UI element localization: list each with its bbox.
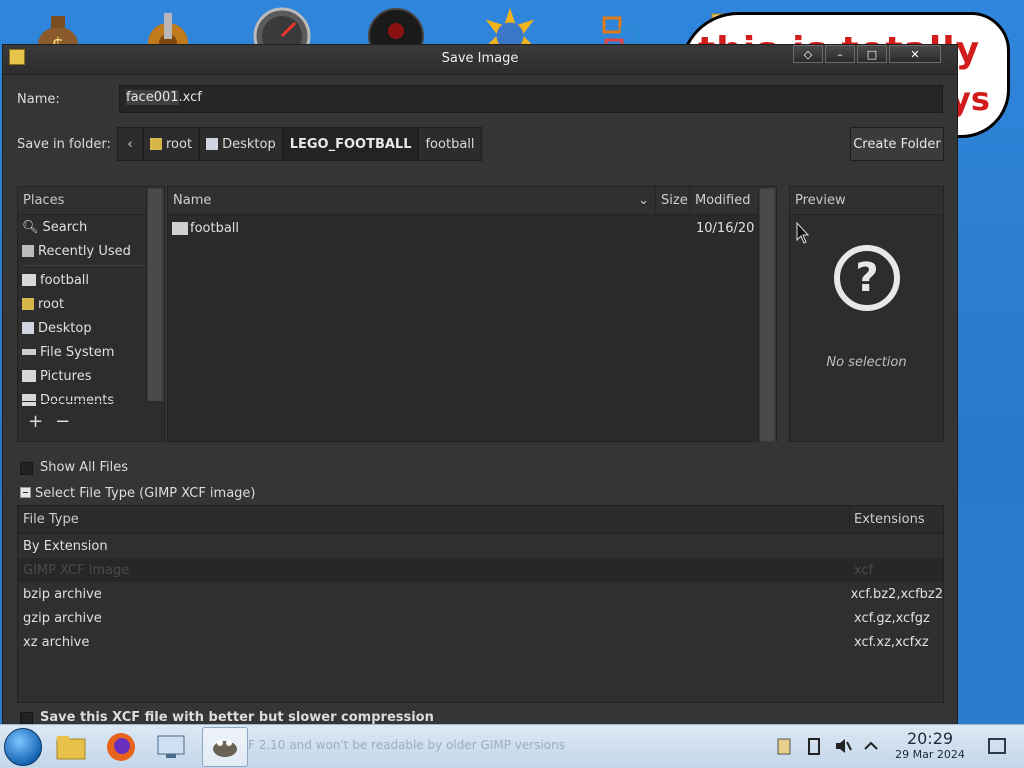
places-header[interactable]: Places xyxy=(18,187,164,215)
titlebar[interactable]: Save Image ◇ – □ ✕ xyxy=(3,45,957,75)
column-file-type[interactable]: File Type xyxy=(18,506,850,533)
places-scroll-thumb[interactable] xyxy=(148,189,162,401)
mouse-cursor-icon xyxy=(796,222,810,244)
breadcrumb-root[interactable]: root xyxy=(143,127,200,161)
add-bookmark-icon[interactable]: + xyxy=(28,411,43,432)
question-mark-icon: ? xyxy=(834,245,900,311)
clock-date: 29 Mar 2024 xyxy=(895,748,965,761)
clock-time: 20:29 xyxy=(906,729,954,748)
maximize-button[interactable]: □ xyxy=(857,45,887,63)
volume-muted-icon[interactable] xyxy=(834,737,852,755)
create-folder-button[interactable]: Create Folder xyxy=(850,127,944,161)
show-all-files-checkbox[interactable] xyxy=(20,462,33,475)
place-pictures[interactable]: Pictures xyxy=(18,364,164,388)
place-desktop[interactable]: Desktop xyxy=(18,316,164,340)
file-type-table: File Type Extensions By Extension GIMP X… xyxy=(17,505,944,703)
home-folder-icon xyxy=(150,138,162,150)
search-icon: 🔍︎ xyxy=(22,219,39,235)
filename-ext: .xcf xyxy=(178,90,202,105)
show-desktop-icon[interactable] xyxy=(988,738,1006,754)
firefox-icon[interactable] xyxy=(98,727,144,767)
remove-bookmark-icon[interactable]: − xyxy=(55,411,70,432)
preview-header: Preview xyxy=(790,187,943,215)
place-recently-used[interactable]: Recently Used xyxy=(18,239,164,263)
select-file-type-label[interactable]: Select File Type (GIMP XCF image) xyxy=(35,486,256,501)
column-size[interactable]: Size xyxy=(656,187,690,215)
file-type-row[interactable]: xz archive xcf.xz,xcfxz xyxy=(18,630,943,654)
taskbar: F 2.10 and won't be readable by older GI… xyxy=(0,724,1024,768)
start-button[interactable] xyxy=(4,728,42,766)
control-panel-icon[interactable] xyxy=(148,727,194,767)
file-row[interactable]: football 10/16/20 xyxy=(168,217,758,239)
file-list-scrollbar[interactable] xyxy=(758,187,776,443)
clock[interactable]: 20:29 29 Mar 2024 xyxy=(890,729,970,761)
desktop-icon xyxy=(22,322,34,334)
gimp-taskbar-icon[interactable] xyxy=(202,727,248,767)
column-extensions[interactable]: Extensions xyxy=(850,506,943,533)
column-name[interactable]: Name ⌄ xyxy=(168,187,656,215)
home-icon xyxy=(22,298,34,310)
filename-selected: face001 xyxy=(126,90,179,105)
chevron-up-icon[interactable] xyxy=(862,737,880,755)
filename-input[interactable]: face001.xcf xyxy=(119,85,943,113)
places-scrollbar[interactable] xyxy=(146,187,164,401)
preview-panel: Preview ? No selection xyxy=(789,186,944,442)
column-modified[interactable]: Modified xyxy=(690,187,758,215)
file-manager-icon[interactable] xyxy=(48,727,94,767)
place-file-system[interactable]: File System xyxy=(18,340,164,364)
folder-icon xyxy=(172,221,188,235)
file-type-row[interactable]: gzip archive xcf.gz,xcfgz xyxy=(18,606,943,630)
desktop-icon xyxy=(206,138,219,150)
save-in-folder-label: Save in folder: xyxy=(17,137,111,152)
breadcrumb-back-button[interactable]: ‹ xyxy=(117,127,143,161)
name-label: Name: xyxy=(17,92,60,107)
separator xyxy=(22,265,160,266)
breadcrumb-football[interactable]: football xyxy=(418,127,482,161)
better-compression-label: Save this XCF file with better but slowe… xyxy=(40,710,434,725)
folder-icon xyxy=(22,274,36,286)
place-football[interactable]: football xyxy=(18,268,164,292)
places-panel: Places 🔍︎ Search Recently Used football r… xyxy=(17,186,165,442)
battery-icon[interactable] xyxy=(806,737,824,755)
file-type-row[interactable]: By Extension xyxy=(18,534,943,558)
recent-icon xyxy=(22,245,34,257)
breadcrumb: ‹ root Desktop LEGO_FOOTBALL football xyxy=(117,127,482,161)
file-type-expander[interactable] xyxy=(20,487,31,498)
file-type-row[interactable]: bzip archive xcf.bz2,xcfbz2 xyxy=(18,582,943,606)
file-type-header: File Type Extensions xyxy=(18,506,943,534)
chevron-left-icon: ‹ xyxy=(127,136,133,152)
file-type-row-selected[interactable]: GIMP XCF image xcf xyxy=(18,558,943,582)
clipboard-icon[interactable] xyxy=(776,737,794,755)
no-selection-text: No selection xyxy=(826,355,907,370)
file-list-header: Name ⌄ Size Modified xyxy=(168,187,758,215)
file-list-scroll-thumb[interactable] xyxy=(760,189,774,441)
breadcrumb-lego-football[interactable]: LEGO_FOOTBALL xyxy=(282,127,419,161)
folder-icon xyxy=(22,370,36,382)
breadcrumb-desktop[interactable]: Desktop xyxy=(199,127,283,161)
ghost-status-text: F 2.10 and won't be readable by older GI… xyxy=(248,738,565,752)
sort-down-icon: ⌄ xyxy=(638,193,649,208)
place-root[interactable]: root xyxy=(18,292,164,316)
minimize-button[interactable]: – xyxy=(825,45,855,63)
places-toolbar: + − xyxy=(18,401,164,441)
file-list: Name ⌄ Size Modified football 10/16/20 xyxy=(167,186,777,443)
close-button[interactable]: ✕ xyxy=(889,45,941,63)
drive-icon xyxy=(22,349,36,355)
save-image-dialog: Save Image ◇ – □ ✕ Name: face001.xcf Sav… xyxy=(2,44,958,728)
place-search[interactable]: 🔍︎ Search xyxy=(18,215,164,239)
show-all-files-label: Show All Files xyxy=(40,460,128,475)
sticky-icon[interactable]: ◇ xyxy=(793,45,823,63)
